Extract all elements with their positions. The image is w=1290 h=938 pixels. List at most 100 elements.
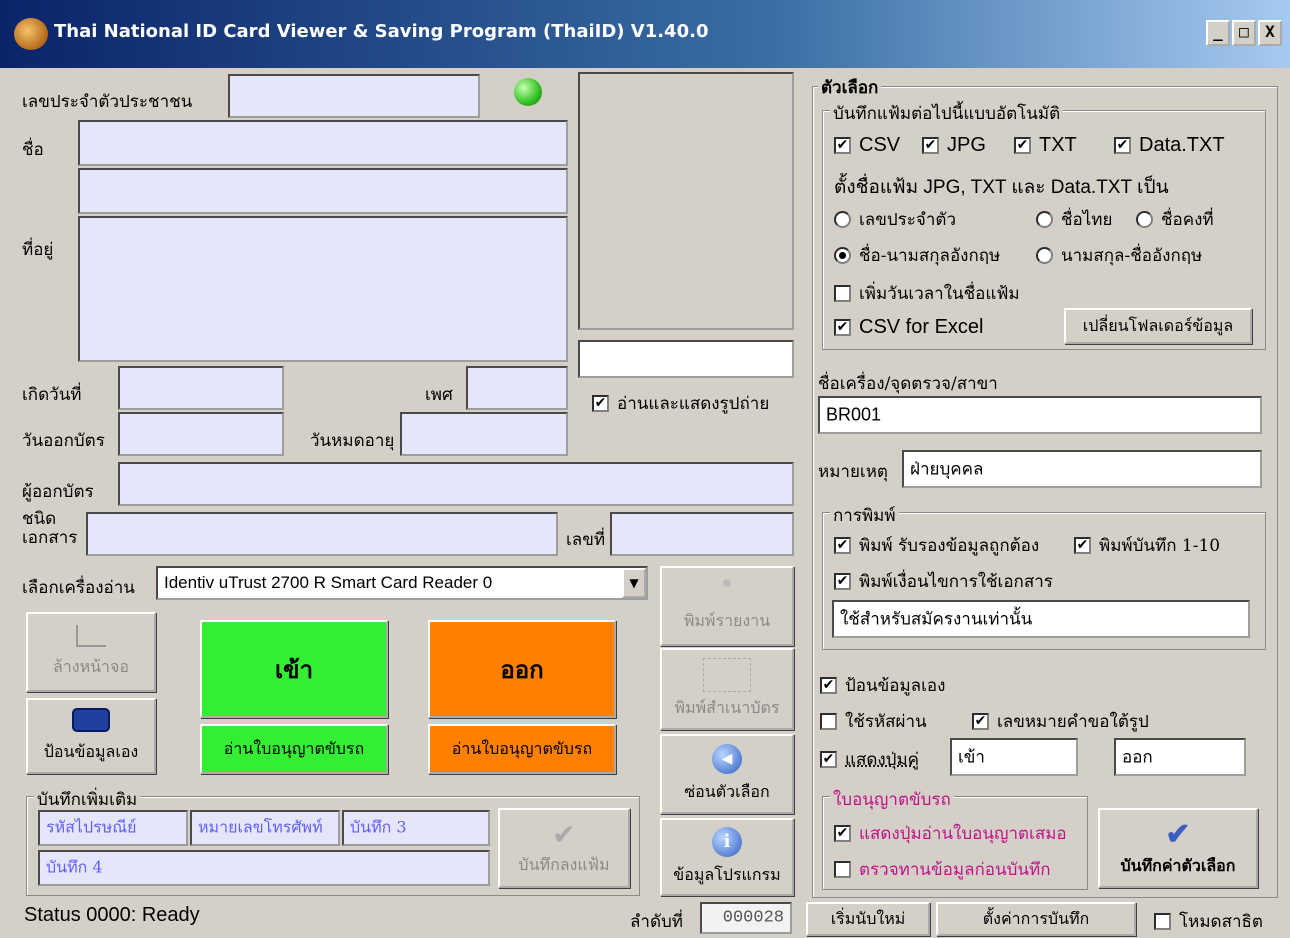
print-condition-label: พิมพ์เงื่อนไขการใช้เอกสาร (859, 572, 1053, 592)
extra-group-label: บันทึกเพิ่มเติม (34, 786, 141, 813)
txt-checkbox[interactable]: ✔ TXT (1014, 134, 1077, 157)
close-button[interactable]: X (1258, 20, 1282, 46)
license-out-button[interactable]: อ่านใบอนุญาตขับรถ (428, 724, 616, 774)
print-record-checkbox[interactable]: ✔ พิมพ์บันทึก 1-10 (1074, 532, 1220, 559)
checkbox-checked-icon: ✔ (820, 677, 837, 694)
show-photo-checkbox[interactable]: ✔ อ่านและแสดงรูปถ่าย (592, 390, 769, 417)
photo-number-checkbox[interactable]: ✔ เลขหมายคำขอใต้รูป (972, 708, 1149, 735)
radio-thai[interactable]: ชื่อไทย (1036, 206, 1112, 233)
address-label: ที่อยู่ (22, 240, 54, 260)
app-logo-icon (14, 18, 48, 50)
autosave-group-label: บันทึกแฟ้มต่อไปนี้แบบอัตโนมัติ (830, 100, 1064, 127)
issuer-field[interactable] (118, 462, 794, 506)
clear-screen-label: ล้างหน้าจอ (52, 656, 130, 676)
note3-field[interactable]: บันทึก 3 (342, 810, 490, 846)
csv-excel-label: CSV for Excel (859, 316, 984, 338)
postcode-field[interactable]: รหัสไปรษณีย์ (38, 810, 188, 846)
print-certify-checkbox[interactable]: ✔ พิมพ์ รับรองข้อมูลถูกต้อง (834, 532, 1039, 559)
license-out-label: อ่านใบอนุญาตขับรถ (451, 738, 593, 758)
reader-select[interactable]: Identiv uTrust 2700 R Smart Card Reader … (156, 566, 648, 600)
condition-value: ใช้สำหรับสมัครงานเท่านั้น (840, 609, 1033, 630)
save-settings-button[interactable]: ตั้งค่าการบันทึก (936, 902, 1136, 936)
checkbox-checked-icon: ✔ (834, 137, 851, 154)
sex-field[interactable] (466, 366, 568, 410)
expire-date-field[interactable] (400, 412, 568, 456)
title-bar: Thai National ID Card Viewer & Saving Pr… (0, 0, 1290, 68)
program-info-button[interactable]: i ข้อมูลโปรแกรม (660, 818, 794, 896)
note-field[interactable]: ฝ่ายบุคคล (902, 450, 1262, 488)
license-in-label: อ่านใบอนุญาตขับรถ (223, 738, 365, 758)
save-options-button[interactable]: ✔ บันทึกค่าตัวเลือก (1098, 808, 1258, 888)
demo-mode-checkbox[interactable]: โหมดสาธิต (1154, 908, 1263, 935)
new-count-button[interactable]: เริ่มนับใหม่ (806, 902, 930, 936)
button-in-label-field[interactable]: เข้า (950, 738, 1078, 776)
checkbox-unchecked-icon (834, 285, 851, 302)
machine-field[interactable]: BR001 (818, 396, 1262, 434)
enter-label: เข้า (274, 654, 314, 684)
license-check-checkbox[interactable]: ตรวจทานข้อมูลก่อนบันทึก (834, 856, 1051, 883)
minimize-button[interactable]: _ (1206, 20, 1230, 46)
issue-date-field[interactable] (118, 412, 284, 456)
condition-field[interactable]: ใช้สำหรับสมัครงานเท่านั้น (832, 600, 1250, 638)
name-field[interactable] (78, 120, 568, 166)
show-buttons-checkbox[interactable]: ✔ แสดงปุ่มคู่ (820, 746, 919, 773)
radio-id[interactable]: เลขประจำตัว (834, 206, 956, 233)
print-copy-button[interactable]: พิมพ์สำเนาบัตร (660, 648, 794, 730)
name-en-field[interactable] (78, 168, 568, 214)
print-condition-checkbox[interactable]: ✔ พิมพ์เงื่อนไขการใช้เอกสาร (834, 568, 1053, 595)
manual-input-checkbox[interactable]: ✔ ป้อนข้อมูลเอง (820, 672, 945, 699)
save-options-label: บันทึกค่าตัวเลือก (1120, 856, 1236, 875)
note4-placeholder: บันทึก 4 (46, 857, 103, 877)
maximize-button[interactable]: □ (1232, 20, 1256, 46)
sex-label: เพศ (425, 385, 453, 405)
print-certify-label: พิมพ์ รับรองข้อมูลถูกต้อง (859, 536, 1040, 556)
save-to-file-button[interactable]: ✔ บันทึกลงแฟ้ม (498, 808, 630, 888)
checkbox-unchecked-icon (1154, 913, 1171, 930)
phone-field[interactable]: หมายเลขโทรศัพท์ (190, 810, 340, 846)
exit-button[interactable]: ออก (428, 620, 616, 718)
button-out-label-field[interactable]: ออก (1114, 738, 1246, 776)
datatxt-checkbox[interactable]: ✔ Data.TXT (1114, 134, 1225, 157)
csv-excel-checkbox[interactable]: ✔ CSV for Excel (834, 316, 983, 339)
radio-const[interactable]: ชื่อคงที่ (1136, 206, 1214, 233)
use-password-checkbox[interactable]: ใช้รหัสผ่าน (820, 708, 927, 735)
print-copy-label: พิมพ์สำเนาบัตร (674, 697, 780, 717)
manual-input-option-label: ป้อนข้อมูลเอง (845, 676, 946, 696)
docno-field[interactable] (610, 512, 794, 556)
hide-options-button[interactable]: ◀ ซ่อนตัวเลือก (660, 734, 794, 814)
manual-input-button[interactable]: ป้อนข้อมูลเอง (26, 698, 156, 774)
note3-placeholder: บันทึก 3 (350, 817, 407, 837)
license-always-checkbox[interactable]: ✔ แสดงปุ่มอ่านใบอนุญาตเสมอ (834, 820, 1067, 847)
photo-caption-field[interactable] (578, 340, 794, 378)
print-group-label: การพิมพ์ (830, 502, 899, 529)
address-field[interactable] (78, 216, 568, 362)
sequence-label: ลำดับที่ (630, 912, 684, 932)
birth-label: เกิดวันที่ (22, 385, 82, 405)
manual-input-label: ป้อนข้อมูลเอง (43, 741, 139, 761)
print-report-label: พิมพ์รายงาน (683, 610, 771, 630)
button-in-label-value: เข้า (958, 747, 985, 768)
chevron-down-icon[interactable]: ▼ (622, 568, 646, 598)
demo-mode-label: โหมดสาธิต (1179, 912, 1263, 932)
add-datetime-checkbox[interactable]: เพิ่มวันเวลาในชื่อแฟ้ม (834, 280, 1020, 307)
issuer-label: ผู้ออกบัตร (22, 482, 94, 502)
printer-icon (723, 578, 731, 587)
change-folder-button[interactable]: เปลี่ยนโฟลเดอร์ข้อมูล (1064, 308, 1252, 344)
jpg-checkbox[interactable]: ✔ JPG (922, 134, 986, 157)
print-report-button[interactable]: พิมพ์รายงาน (660, 566, 794, 646)
csv-checkbox[interactable]: ✔ CSV (834, 134, 900, 157)
note4-field[interactable]: บันทึก 4 (38, 850, 490, 886)
doctype-field[interactable] (86, 512, 558, 556)
radio-en-last[interactable]: นามสกุล-ชื่ออังกฤษ (1036, 242, 1202, 269)
note-value: ฝ่ายบุคคล (910, 459, 984, 480)
id-number-field[interactable] (228, 74, 480, 118)
license-in-button[interactable]: อ่านใบอนุญาตขับรถ (200, 724, 388, 774)
enter-button[interactable]: เข้า (200, 620, 388, 718)
window-title: Thai National ID Card Viewer & Saving Pr… (54, 21, 709, 42)
birth-date-field[interactable] (118, 366, 284, 410)
radio-en-first[interactable]: ชื่อ-นามสกุลอังกฤษ (834, 242, 1000, 269)
status-bar: Status 0000: Ready ลำดับที่ 000028 เริ่ม… (0, 900, 1290, 938)
clear-screen-button[interactable]: ล้างหน้าจอ (26, 612, 156, 692)
checkbox-checked-icon: ✔ (834, 537, 851, 554)
license-group-label: ใบอนุญาตขับรถ (830, 786, 954, 813)
